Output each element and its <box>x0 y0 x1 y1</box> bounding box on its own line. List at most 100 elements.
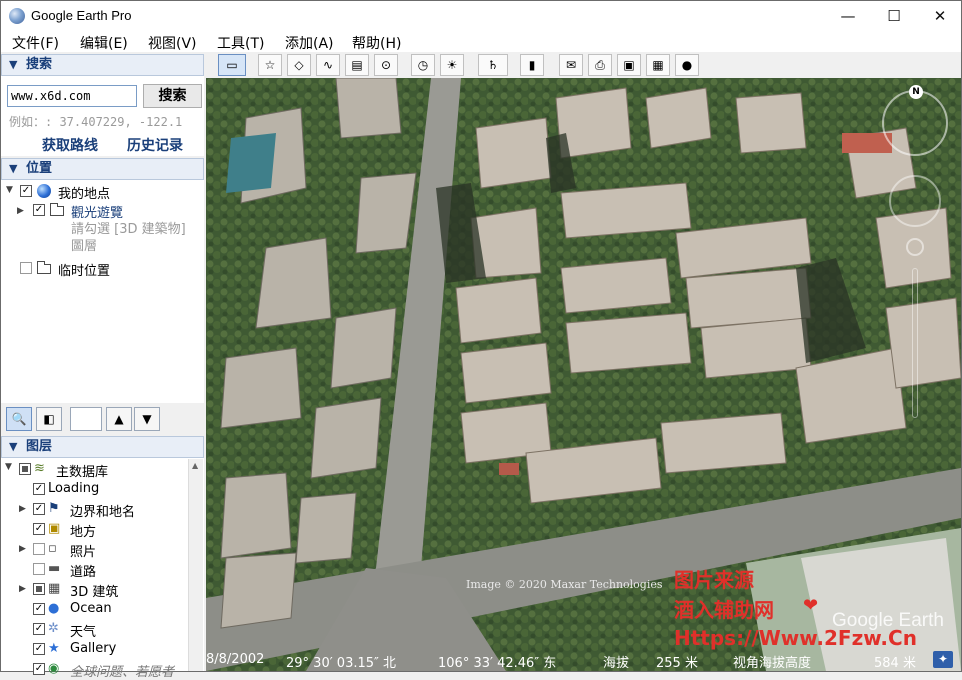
minimize-button[interactable]: — <box>825 1 871 31</box>
checkbox[interactable] <box>33 563 45 575</box>
checkbox[interactable]: ✓ <box>33 483 45 495</box>
record-tour-icon[interactable]: ⊙ <box>374 54 398 76</box>
layer-item[interactable]: ▬ 道路 <box>1 560 187 580</box>
zoom-slider[interactable] <box>912 268 918 418</box>
checkbox[interactable] <box>33 583 45 595</box>
layer-label: Ocean <box>70 601 112 616</box>
view-in-maps-icon[interactable]: ▦ <box>646 54 670 76</box>
status-globe-icon[interactable]: ✦ <box>933 651 953 668</box>
layers-scrollbar[interactable]: ▲ <box>188 459 203 671</box>
elevation-value: 255 米 <box>656 656 698 671</box>
layer-item[interactable]: ▶ ✓ ⚑ 边界和地名 <box>1 500 187 520</box>
checkbox[interactable]: ✓ <box>33 204 45 216</box>
tour-label: 觀光遊覽 <box>71 206 124 221</box>
my-places-globe-icon <box>37 184 51 198</box>
checkbox[interactable] <box>19 463 31 475</box>
move-up-icon[interactable]: ▲ <box>106 407 132 431</box>
star-icon: ★ <box>48 641 60 656</box>
search-magnifier-icon[interactable]: 🔍 <box>6 407 32 431</box>
street-view-icon[interactable] <box>906 238 924 256</box>
layer-item[interactable]: ▼ ≋ 主数据库 <box>1 460 187 480</box>
layer-item[interactable]: ✓ ● Ocean <box>1 600 187 619</box>
collapse-icon[interactable]: ▼ <box>6 185 13 195</box>
checkbox[interactable]: ✓ <box>33 523 45 535</box>
add-path-icon[interactable]: ∿ <box>316 54 340 76</box>
menu-tools[interactable]: 工具(T) <box>217 33 264 53</box>
layer-item[interactable]: ✓ Loading <box>1 480 187 499</box>
checkbox[interactable]: ✓ <box>33 503 45 515</box>
compass-north-icon[interactable]: N <box>909 85 923 99</box>
checkbox[interactable]: ✓ <box>20 185 32 197</box>
layer-label: 道路 <box>70 565 97 580</box>
flag-icon: ⚑ <box>48 501 60 516</box>
scroll-up-icon[interactable]: ▲ <box>192 461 198 470</box>
add-polygon-icon[interactable]: ◇ <box>287 54 311 76</box>
search-input[interactable] <box>7 85 137 107</box>
layer-item[interactable]: ▶ ▫ 照片 <box>1 540 187 560</box>
my-places-label: 我的地点 <box>58 187 111 202</box>
map-toolbar: ▭ ☆ ◇ ∿ ▤ ⊙ ◷ ☀ ♄ ▮ ✉ ⎙ ▣ ▦ ● <box>206 52 961 78</box>
tree-item-my-places[interactable]: ▼ ✓ 我的地点 <box>1 183 204 202</box>
checkbox[interactable] <box>20 262 32 274</box>
layer-label: 全球问题、若愿者 <box>70 665 175 680</box>
elevation-label: 海拔 <box>603 656 630 671</box>
print-icon[interactable]: ⎙ <box>588 54 612 76</box>
ruler-icon[interactable]: ▮ <box>520 54 544 76</box>
save-image-icon[interactable]: ▣ <box>617 54 641 76</box>
imagery-date: 8/8/2002 <box>206 652 265 667</box>
layer-item[interactable]: ✓ ▣ 地方 <box>1 520 187 540</box>
sunlight-icon[interactable]: ☀ <box>440 54 464 76</box>
expand-icon[interactable]: ▶ <box>19 504 26 514</box>
add-overlay-icon[interactable]: ▤ <box>345 54 369 76</box>
pan-control[interactable] <box>889 175 941 227</box>
layer-item[interactable]: ▶ ▦ 3D 建筑 <box>1 580 187 600</box>
earth-gallery-icon[interactable]: ● <box>675 54 699 76</box>
get-directions-link[interactable]: 获取路线 <box>42 135 98 155</box>
planet-switch-icon[interactable]: ♄ <box>478 54 508 76</box>
checkbox[interactable]: ✓ <box>33 603 45 615</box>
layer-label: Loading <box>48 481 100 496</box>
menu-view[interactable]: 视图(V) <box>148 33 197 53</box>
checkbox[interactable]: ✓ <box>33 643 45 655</box>
watermark-line-3: Https://Www.2Fzw.Cn <box>674 626 917 650</box>
expand-icon[interactable]: ▶ <box>19 544 26 554</box>
blank-button[interactable] <box>70 407 102 431</box>
menu-edit[interactable]: 编辑(E) <box>80 33 128 53</box>
layer-item[interactable]: ✓ ★ Gallery <box>1 640 187 659</box>
panel-toggle-icon[interactable]: ◧ <box>36 407 62 431</box>
expand-icon[interactable]: ▶ <box>19 584 26 594</box>
layers-panel-header[interactable]: ▼ 图层 <box>1 436 204 458</box>
building-icon: ▦ <box>48 581 61 596</box>
expand-icon[interactable]: ▶ <box>17 206 24 216</box>
add-placemark-icon[interactable]: ☆ <box>258 54 282 76</box>
google-earth-app-icon <box>9 8 25 24</box>
menu-help[interactable]: 帮助(H) <box>352 33 401 53</box>
google-earth-window: Google Earth Pro — ☐ ✕ 文件(F) 编辑(E) 视图(V)… <box>0 0 962 680</box>
menu-file[interactable]: 文件(F) <box>12 33 59 53</box>
history-link[interactable]: 历史记录 <box>127 135 183 155</box>
search-button[interactable]: 搜索 <box>143 84 202 108</box>
imagery-attribution: Image © 2020 Maxar Technologies <box>466 578 663 591</box>
globe-icon: ◉ <box>48 661 60 676</box>
tree-item-tour[interactable]: ▶ ✓ 觀光遊覽 <box>1 202 204 221</box>
layer-label: 主数据库 <box>56 465 109 480</box>
checkbox[interactable]: ✓ <box>33 623 45 635</box>
menu-add[interactable]: 添加(A) <box>285 33 334 53</box>
collapse-icon[interactable]: ▼ <box>5 462 12 472</box>
layer-item[interactable]: ✓ ✲ 天气 <box>1 620 187 640</box>
sidebar-toggle-icon[interactable]: ▭ <box>218 54 246 76</box>
email-icon[interactable]: ✉ <box>559 54 583 76</box>
compass-ring[interactable] <box>882 90 948 156</box>
maximize-button[interactable]: ☐ <box>871 1 917 31</box>
map-view[interactable]: N Image © 2020 Maxar Technologies Google… <box>206 78 961 671</box>
places-panel-header[interactable]: ▼ 位置 <box>1 158 204 180</box>
checkbox[interactable] <box>33 543 45 555</box>
checkbox[interactable]: ✓ <box>33 663 45 675</box>
search-panel-header[interactable]: ▼ 搜索 <box>1 54 204 76</box>
historical-imagery-icon[interactable]: ◷ <box>411 54 435 76</box>
move-down-icon[interactable]: ▼ <box>134 407 160 431</box>
close-button[interactable]: ✕ <box>917 1 962 31</box>
tree-item-temp-places[interactable]: 临时位置 <box>1 260 204 279</box>
db-icon: ≋ <box>34 461 45 476</box>
layer-item[interactable]: ✓ ◉ 全球问题、若愿者 <box>1 660 187 680</box>
